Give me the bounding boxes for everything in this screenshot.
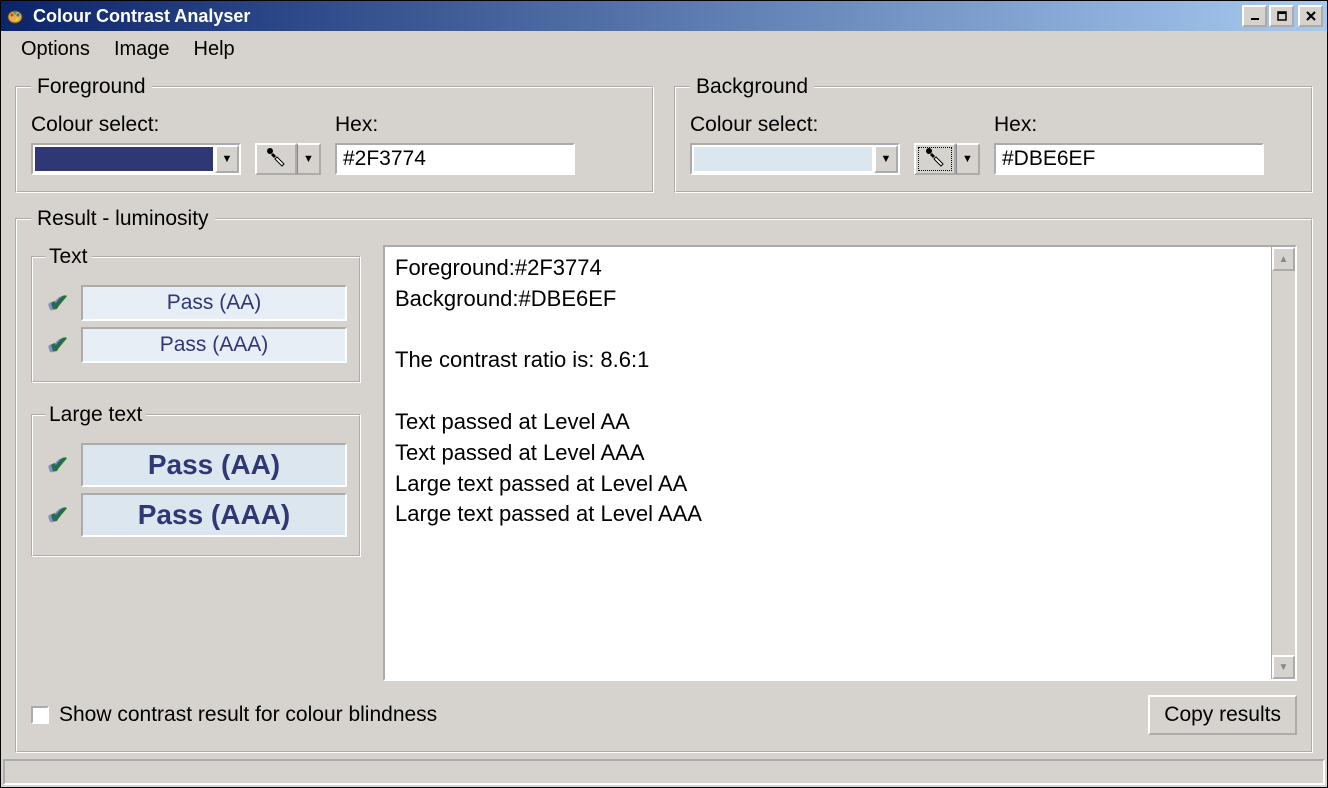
show-blindness-label: Show contrast result for colour blindnes… — [59, 703, 437, 727]
large-text-result-group: Large text Pass (AA) Pass (AAA) — [31, 403, 361, 557]
window-title: Colour Contrast Analyser — [33, 6, 1242, 27]
bg-eyedropper[interactable]: ▼ — [914, 143, 980, 175]
result-legend: Result - luminosity — [31, 207, 215, 231]
eyedropper-icon — [924, 145, 946, 173]
check-icon — [45, 289, 73, 318]
titlebar: Colour Contrast Analyser — [1, 1, 1327, 31]
fg-colour-select[interactable]: ▼ — [31, 143, 241, 175]
background-group: Background Colour select: ▼ ▼ — [674, 75, 1313, 193]
check-icon — [45, 331, 73, 360]
bg-hex-input[interactable] — [994, 143, 1264, 175]
fg-hex-input[interactable] — [335, 143, 575, 175]
text-aaa-badge: Pass (AAA) — [81, 327, 347, 363]
text-aa-badge: Pass (AA) — [81, 285, 347, 321]
result-group: Result - luminosity Text Pass (AA) Pass … — [15, 207, 1313, 753]
text-result-group: Text Pass (AA) Pass (AAA) — [31, 245, 361, 383]
scroll-down-icon[interactable]: ▼ — [1272, 655, 1295, 679]
large-aa-badge: Pass (AA) — [81, 443, 347, 487]
statusbar — [3, 759, 1325, 785]
foreground-legend: Foreground — [31, 75, 152, 99]
menu-image[interactable]: Image — [108, 36, 176, 63]
large-aaa-badge: Pass (AAA) — [81, 493, 347, 537]
background-legend: Background — [690, 75, 814, 99]
chevron-down-icon[interactable]: ▼ — [956, 143, 980, 175]
copy-results-button[interactable]: Copy results — [1148, 695, 1297, 735]
bg-colour-select-label: Colour select: — [690, 113, 900, 137]
menu-help[interactable]: Help — [188, 36, 241, 63]
chevron-down-icon[interactable]: ▼ — [874, 145, 898, 173]
show-blindness-checkbox[interactable] — [31, 706, 49, 724]
scrollbar[interactable]: ▲ ▼ — [1271, 247, 1295, 679]
bg-swatch — [694, 147, 872, 171]
foreground-group: Foreground Colour select: ▼ ▼ — [15, 75, 654, 193]
fg-colour-select-label: Colour select: — [31, 113, 241, 137]
check-icon — [45, 501, 73, 530]
menubar: Options Image Help — [1, 31, 1327, 67]
scroll-up-icon[interactable]: ▲ — [1272, 247, 1295, 271]
fg-swatch — [35, 147, 213, 171]
chevron-down-icon[interactable]: ▼ — [215, 145, 239, 173]
bg-colour-select[interactable]: ▼ — [690, 143, 900, 175]
text-legend: Text — [45, 245, 92, 269]
check-icon — [45, 451, 73, 480]
chevron-down-icon[interactable]: ▼ — [297, 143, 321, 175]
menu-options[interactable]: Options — [15, 36, 96, 63]
fg-hex-label: Hex: — [335, 113, 638, 137]
app-icon — [5, 6, 25, 26]
eyedropper-icon — [265, 145, 287, 173]
large-text-legend: Large text — [45, 403, 146, 427]
result-output[interactable]: Foreground:#2F3774 Background:#DBE6EF Th… — [383, 245, 1297, 681]
result-output-text: Foreground:#2F3774 Background:#DBE6EF Th… — [385, 247, 1271, 679]
maximize-button[interactable] — [1269, 5, 1294, 27]
client-area: Foreground Colour select: ▼ ▼ — [1, 67, 1327, 757]
minimize-button[interactable] — [1242, 5, 1267, 27]
bg-hex-label: Hex: — [994, 113, 1297, 137]
app-window: Colour Contrast Analyser Options Image H… — [0, 0, 1328, 788]
fg-eyedropper[interactable]: ▼ — [255, 143, 321, 175]
close-button[interactable] — [1298, 5, 1323, 27]
